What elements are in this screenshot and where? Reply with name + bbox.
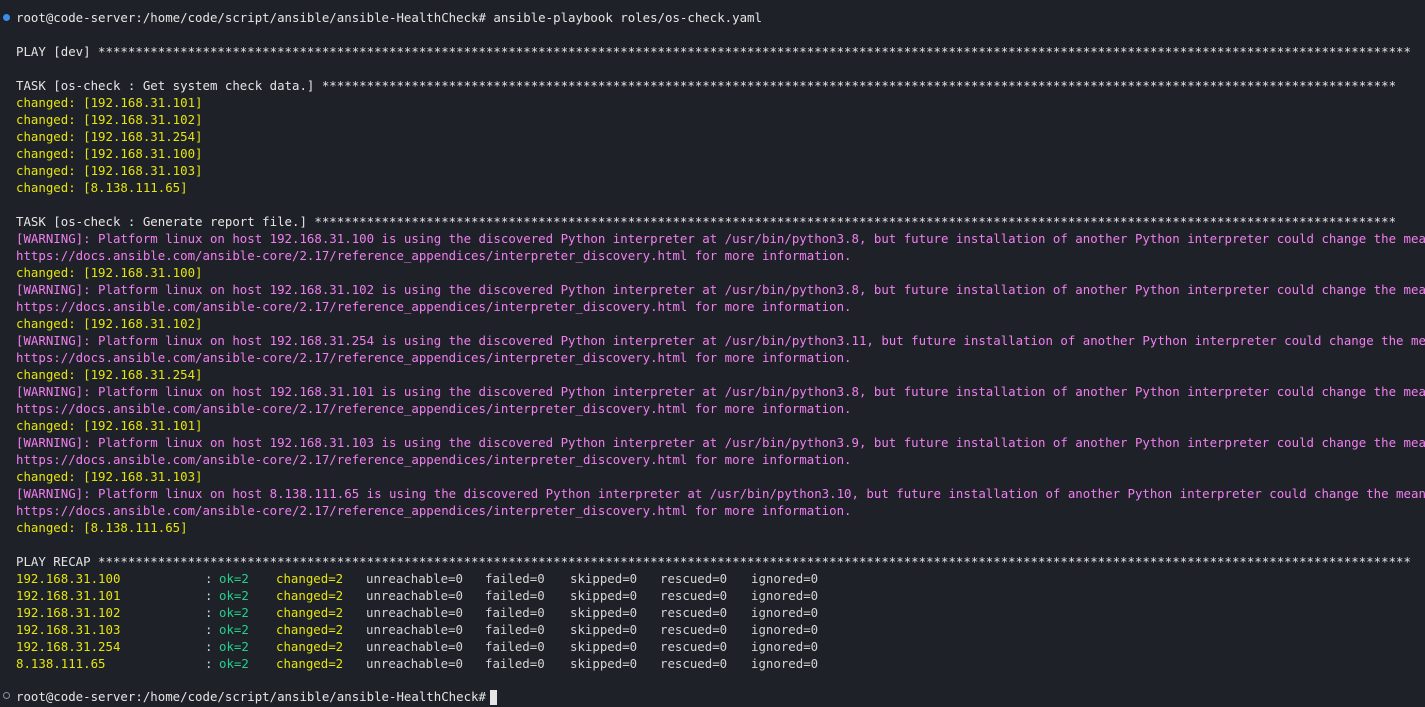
recap-ok: ok=2 xyxy=(219,605,249,620)
recap-host: 192.168.31.100 xyxy=(16,571,121,586)
recap-host: 192.168.31.103 xyxy=(16,622,121,637)
recap-skipped: skipped=0 xyxy=(570,588,638,603)
recap-changed: changed=2 xyxy=(276,656,344,671)
recap-ok: ok=2 xyxy=(219,588,249,603)
task-result: changed: [192.168.31.100] xyxy=(16,265,203,280)
recap-ok: ok=2 xyxy=(219,639,249,654)
recap-failed: failed=0 xyxy=(485,588,545,603)
recap-changed: changed=2 xyxy=(276,588,344,603)
task-result: changed: [8.138.111.65] xyxy=(16,180,188,195)
play-header: PLAY [dev] *****************************… xyxy=(16,44,1411,59)
task-result: changed: [192.168.31.103] xyxy=(16,469,203,484)
recap-colon: : xyxy=(205,639,213,654)
warning-line: [WARNING]: Platform linux on host 8.138.… xyxy=(16,486,1425,501)
task-result: changed: [192.168.31.254] xyxy=(16,367,203,382)
warning-line: [WARNING]: Platform linux on host 192.16… xyxy=(16,384,1425,399)
final-prompt: root@code-server:/home/code/script/ansib… xyxy=(16,689,486,704)
task-header-generate-report-file: TASK [os-check : Generate report file.] … xyxy=(16,214,1397,229)
warning-link-line[interactable]: https://docs.ansible.com/ansible-core/2.… xyxy=(16,451,852,468)
warning-link-line[interactable]: https://docs.ansible.com/ansible-core/2.… xyxy=(16,298,852,315)
recap-ignored: ignored=0 xyxy=(751,639,819,654)
recap-colon: : xyxy=(205,571,213,586)
task-result: changed: [192.168.31.101] xyxy=(16,95,203,110)
recap-host: 192.168.31.102 xyxy=(16,605,121,620)
command-status-icon[interactable] xyxy=(3,14,10,21)
recap-rescued: rescued=0 xyxy=(660,571,728,586)
recap-colon: : xyxy=(205,622,213,637)
recap-ignored: ignored=0 xyxy=(751,588,819,603)
recap-ignored: ignored=0 xyxy=(751,656,819,671)
task-result: changed: [8.138.111.65] xyxy=(16,520,188,535)
recap-colon: : xyxy=(205,588,213,603)
warning-line: [WARNING]: Platform linux on host 192.16… xyxy=(16,231,1425,246)
recap-unreachable: unreachable=0 xyxy=(366,622,463,637)
warning-link-line[interactable]: https://docs.ansible.com/ansible-core/2.… xyxy=(16,247,852,264)
recap-unreachable: unreachable=0 xyxy=(366,605,463,620)
recap-skipped: skipped=0 xyxy=(570,605,638,620)
recap-failed: failed=0 xyxy=(485,639,545,654)
recap-rescued: rescued=0 xyxy=(660,622,728,637)
final-prompt-line[interactable]: root@code-server:/home/code/script/ansib… xyxy=(16,688,497,705)
task-result: changed: [192.168.31.103] xyxy=(16,163,203,178)
task-result: changed: [192.168.31.100] xyxy=(16,146,203,161)
recap-skipped: skipped=0 xyxy=(570,639,638,654)
warning-line: [WARNING]: Platform linux on host 192.16… xyxy=(16,435,1425,450)
recap-failed: failed=0 xyxy=(485,571,545,586)
warning-line: [WARNING]: Platform linux on host 192.16… xyxy=(16,282,1425,297)
warning-line: [WARNING]: Platform linux on host 192.16… xyxy=(16,333,1425,348)
recap-changed: changed=2 xyxy=(276,622,344,637)
command-line: root@code-server:/home/code/script/ansib… xyxy=(16,10,762,25)
task-result: changed: [192.168.31.102] xyxy=(16,112,203,127)
recap-colon: : xyxy=(205,656,213,671)
recap-rescued: rescued=0 xyxy=(660,639,728,654)
recap-host: 8.138.111.65 xyxy=(16,656,106,671)
recap-colon: : xyxy=(205,605,213,620)
recap-rescued: rescued=0 xyxy=(660,588,728,603)
recap-ignored: ignored=0 xyxy=(751,571,819,586)
recap-skipped: skipped=0 xyxy=(570,656,638,671)
task-result: changed: [192.168.31.102] xyxy=(16,316,203,331)
recap-unreachable: unreachable=0 xyxy=(366,656,463,671)
recap-ignored: ignored=0 xyxy=(751,605,819,620)
terminal-window[interactable]: root@code-server:/home/code/script/ansib… xyxy=(0,0,1425,707)
recap-ok: ok=2 xyxy=(219,656,249,671)
recap-host: 192.168.31.254 xyxy=(16,639,121,654)
recap-skipped: skipped=0 xyxy=(570,571,638,586)
recap-changed: changed=2 xyxy=(276,639,344,654)
warning-link-line[interactable]: https://docs.ansible.com/ansible-core/2.… xyxy=(16,349,852,366)
recap-failed: failed=0 xyxy=(485,605,545,620)
recap-changed: changed=2 xyxy=(276,605,344,620)
recap-unreachable: unreachable=0 xyxy=(366,571,463,586)
recap-rescued: rescued=0 xyxy=(660,656,728,671)
recap-ignored: ignored=0 xyxy=(751,622,819,637)
recap-skipped: skipped=0 xyxy=(570,622,638,637)
recap-ok: ok=2 xyxy=(219,622,249,637)
play-recap-header: PLAY RECAP *****************************… xyxy=(16,554,1411,569)
cursor[interactable] xyxy=(489,690,497,705)
warning-link-line[interactable]: https://docs.ansible.com/ansible-core/2.… xyxy=(16,502,852,519)
recap-rescued: rescued=0 xyxy=(660,605,728,620)
recap-failed: failed=0 xyxy=(485,656,545,671)
recap-failed: failed=0 xyxy=(485,622,545,637)
recap-host: 192.168.31.101 xyxy=(16,588,121,603)
recap-unreachable: unreachable=0 xyxy=(366,639,463,654)
warning-link-line[interactable]: https://docs.ansible.com/ansible-core/2.… xyxy=(16,400,852,417)
task-header-get-system-check-data: TASK [os-check : Get system check data.]… xyxy=(16,78,1397,93)
recap-ok: ok=2 xyxy=(219,571,249,586)
recap-unreachable: unreachable=0 xyxy=(366,588,463,603)
task-result: changed: [192.168.31.101] xyxy=(16,418,203,433)
task-result: changed: [192.168.31.254] xyxy=(16,129,203,144)
prompt-status-icon[interactable] xyxy=(3,692,10,699)
recap-changed: changed=2 xyxy=(276,571,344,586)
